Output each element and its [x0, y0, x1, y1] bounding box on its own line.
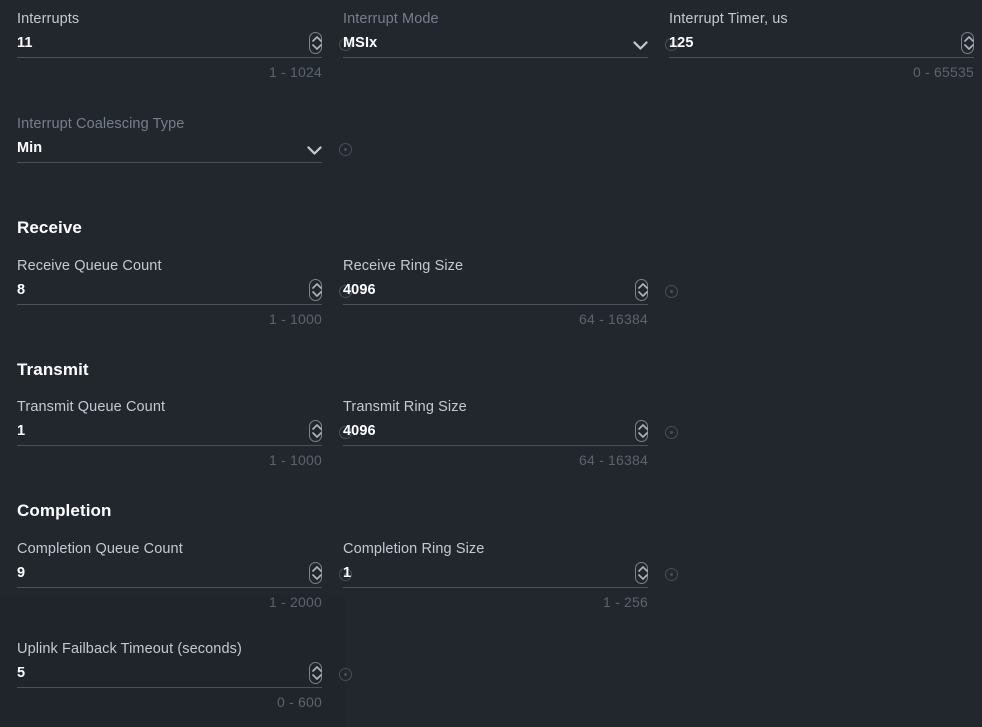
- stepper-updown-icon[interactable]: [635, 279, 648, 301]
- select-interrupt-mode[interactable]: MSIx: [343, 28, 678, 58]
- input-interrupts[interactable]: 11: [17, 28, 352, 58]
- range-hint-interrupt-mode: [343, 58, 648, 64]
- field-transmit-queue-count: Transmit Queue Count 1 1 - 1000: [17, 398, 352, 468]
- adapter-policy-form: Receive Transmit Completion Interrupts 11 1 -…: [0, 0, 982, 727]
- value-completion-queue-count[interactable]: 9: [17, 565, 309, 587]
- input-receive-queue-count[interactable]: 8: [17, 275, 352, 305]
- range-hint-completion-ring-size: 1 - 256: [603, 594, 648, 610]
- range-hint-receive-ring-size: 64 - 16384: [579, 311, 648, 327]
- range-hint-completion-queue-count: 1 - 2000: [269, 594, 322, 610]
- section-title-completion: Completion: [17, 501, 112, 520]
- field-uplink-failback-timeout: Uplink Failback Timeout (seconds) 5 0 - 60…: [17, 640, 352, 710]
- range-hint-interrupt-timer: 0 - 65535: [913, 64, 974, 80]
- label-uplink-failback-timeout: Uplink Failback Timeout (seconds): [17, 641, 242, 657]
- field-interrupt-timer: Interrupt Timer, us 125 0 - 65535: [669, 10, 974, 80]
- range-hint-interrupts: 1 - 1024: [269, 64, 322, 80]
- value-transmit-queue-count[interactable]: 1: [17, 423, 309, 445]
- value-interrupt-coalescing-type[interactable]: Min: [17, 140, 307, 162]
- range-hint-transmit-ring-size: 64 - 16384: [579, 452, 648, 468]
- input-transmit-ring-size[interactable]: 4096: [343, 416, 678, 446]
- info-circle-icon[interactable]: [665, 285, 678, 298]
- value-interrupt-mode[interactable]: MSIx: [343, 35, 633, 57]
- stepper-updown-icon[interactable]: [309, 279, 322, 301]
- label-transmit-ring-size: Transmit Ring Size: [343, 399, 467, 415]
- label-interrupts: Interrupts: [17, 11, 80, 27]
- select-interrupt-coalescing-type[interactable]: Min: [17, 133, 352, 163]
- field-interrupt-mode: Interrupt Mode MSIx: [343, 10, 678, 64]
- input-completion-ring-size[interactable]: 1: [343, 558, 678, 588]
- chevron-down-icon[interactable]: [633, 41, 648, 50]
- value-transmit-ring-size[interactable]: 4096: [343, 423, 635, 445]
- stepper-updown-icon[interactable]: [309, 662, 322, 684]
- input-receive-ring-size[interactable]: 4096: [343, 275, 678, 305]
- label-completion-ring-size: Completion Ring Size: [343, 541, 485, 557]
- field-transmit-ring-size: Transmit Ring Size 4096 64 - 16384: [343, 398, 678, 468]
- input-interrupt-timer[interactable]: 125: [669, 28, 974, 58]
- range-hint-interrupt-coalescing-type: [17, 163, 322, 169]
- input-completion-queue-count[interactable]: 9: [17, 558, 352, 588]
- label-interrupt-timer: Interrupt Timer, us: [669, 11, 788, 27]
- label-completion-queue-count: Completion Queue Count: [17, 541, 183, 557]
- label-interrupt-coalescing-type: Interrupt Coalescing Type: [17, 116, 185, 132]
- section-title-receive: Receive: [17, 218, 82, 237]
- input-transmit-queue-count[interactable]: 1: [17, 416, 352, 446]
- stepper-updown-icon[interactable]: [635, 562, 648, 584]
- range-hint-uplink-failback-timeout: 0 - 600: [277, 694, 322, 710]
- value-completion-ring-size[interactable]: 1: [343, 565, 635, 587]
- field-completion-queue-count: Completion Queue Count 9 1 - 2000: [17, 540, 352, 610]
- label-receive-queue-count: Receive Queue Count: [17, 258, 162, 274]
- value-interrupt-timer[interactable]: 125: [669, 35, 961, 57]
- label-transmit-queue-count: Transmit Queue Count: [17, 399, 166, 415]
- value-interrupts[interactable]: 11: [17, 35, 309, 57]
- field-interrupt-coalescing-type: Interrupt Coalescing Type Min: [17, 115, 352, 169]
- label-receive-ring-size: Receive Ring Size: [343, 258, 464, 274]
- section-title-transmit: Transmit: [17, 360, 89, 379]
- info-circle-icon[interactable]: [339, 143, 352, 156]
- range-hint-receive-queue-count: 1 - 1000: [269, 311, 322, 327]
- info-circle-icon[interactable]: [665, 568, 678, 581]
- value-uplink-failback-timeout[interactable]: 5: [17, 665, 309, 687]
- value-receive-ring-size[interactable]: 4096: [343, 282, 635, 304]
- stepper-updown-icon[interactable]: [635, 420, 648, 442]
- stepper-updown-icon[interactable]: [309, 420, 322, 442]
- stepper-updown-icon[interactable]: [309, 32, 322, 54]
- stepper-updown-icon[interactable]: [309, 562, 322, 584]
- chevron-down-icon[interactable]: [307, 146, 322, 155]
- stepper-updown-icon[interactable]: [961, 32, 974, 54]
- field-receive-ring-size: Receive Ring Size 4096 64 - 16384: [343, 257, 678, 327]
- info-circle-icon[interactable]: [665, 426, 678, 439]
- value-receive-queue-count[interactable]: 8: [17, 282, 309, 304]
- range-hint-transmit-queue-count: 1 - 1000: [269, 452, 322, 468]
- field-interrupts: Interrupts 11 1 - 1024: [17, 10, 352, 80]
- input-uplink-failback-timeout[interactable]: 5: [17, 658, 352, 688]
- field-receive-queue-count: Receive Queue Count 8 1 - 1000: [17, 257, 352, 327]
- label-interrupt-mode: Interrupt Mode: [343, 11, 439, 27]
- info-circle-icon[interactable]: [339, 668, 352, 681]
- field-completion-ring-size: Completion Ring Size 1 1 - 256: [343, 540, 678, 610]
